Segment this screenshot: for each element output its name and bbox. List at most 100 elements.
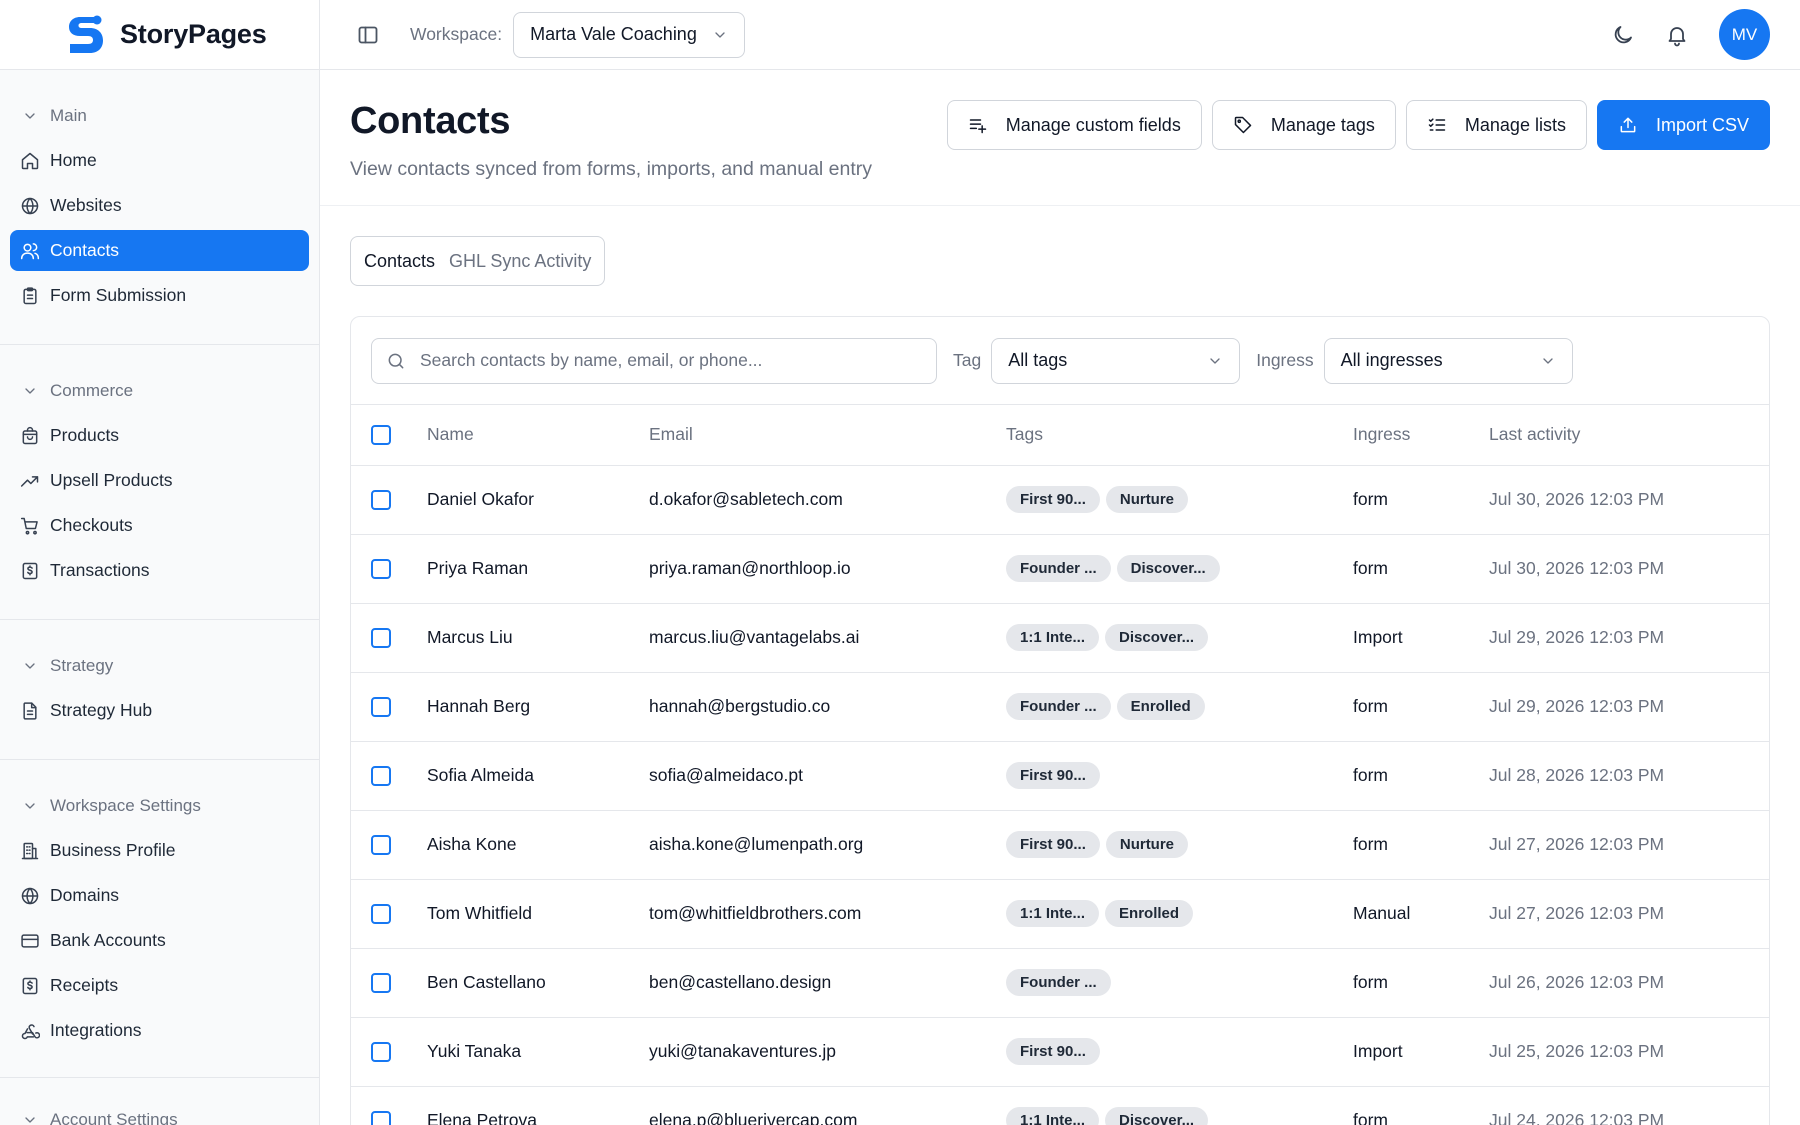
nav-section-toggle-main[interactable]: Main xyxy=(10,96,309,136)
nav-section-toggle-account-settings[interactable]: Account Settings xyxy=(10,1100,309,1125)
button-label: Manage lists xyxy=(1464,114,1566,135)
tag-badge: First 90... xyxy=(1006,1038,1100,1065)
manage-custom-fields-button[interactable]: Manage custom fields xyxy=(946,100,1202,150)
row-checkbox[interactable] xyxy=(371,903,391,924)
table-row[interactable]: Ben Castellano ben@castellano.design Found… xyxy=(351,948,1769,1017)
sidebar: StoryPages Main Home Websites Contacts F… xyxy=(0,0,320,1125)
row-select-cell xyxy=(351,948,427,1017)
button-label: Import CSV xyxy=(1655,114,1749,135)
contact-name: Marcus Liu xyxy=(427,627,513,647)
avatar[interactable]: MV xyxy=(1719,9,1770,60)
table-row[interactable]: Hannah Berg hannah@bergstudio.co Founder .… xyxy=(351,672,1769,741)
table-row[interactable]: Sofia Almeida sofia@almeidaco.pt First 90.… xyxy=(351,741,1769,810)
table-row[interactable]: Daniel Okafor d.okafor@sabletech.com First… xyxy=(351,465,1769,534)
bell-icon[interactable] xyxy=(1665,23,1689,47)
tag-badge: Nurture xyxy=(1105,486,1189,513)
row-checkbox[interactable] xyxy=(371,489,391,510)
sidebar-item-integrations[interactable]: Integrations xyxy=(10,1010,309,1051)
button-label: Manage custom fields xyxy=(1005,114,1181,135)
workspace-select[interactable]: Marta Vale Coaching xyxy=(513,11,746,58)
sidebar-item-upsell-products[interactable]: Upsell Products xyxy=(10,460,309,501)
contact-ingress: form xyxy=(1353,696,1388,716)
row-checkbox[interactable] xyxy=(371,972,391,993)
row-checkbox[interactable] xyxy=(371,696,391,717)
tag-badge: First 90... xyxy=(1006,831,1100,858)
users-icon xyxy=(20,242,40,259)
sidebar-item-bank-accounts[interactable]: Bank Accounts xyxy=(10,920,309,961)
tag-filter-select[interactable]: All tags xyxy=(991,337,1241,384)
tab-ghl-sync-activity[interactable]: GHL Sync Activity xyxy=(442,251,598,272)
contact-tags: 1:1 Inte... Discover... xyxy=(1006,1086,1353,1125)
table-row[interactable]: Marcus Liu marcus.liu@vantagelabs.ai 1:1 I… xyxy=(351,603,1769,672)
row-checkbox[interactable] xyxy=(371,627,391,648)
sidebar-item-checkouts[interactable]: Checkouts xyxy=(10,505,309,546)
column-header-ingress[interactable]: Ingress xyxy=(1353,405,1489,465)
tab-contacts[interactable]: Contacts xyxy=(357,251,442,272)
webhook-icon xyxy=(21,1023,40,1039)
contact-name: Elena Petrova xyxy=(427,1110,537,1125)
contact-last-activity: Jul 30, 2026 12:03 PM xyxy=(1489,489,1665,509)
sidebar-toggle-icon[interactable] xyxy=(356,23,380,47)
sidebar-item-transactions[interactable]: Transactions xyxy=(10,550,309,591)
sidebar-item-label: Products xyxy=(50,425,120,445)
row-checkbox[interactable] xyxy=(371,558,391,579)
column-header-email[interactable]: Email xyxy=(649,405,1006,465)
brand[interactable]: StoryPages xyxy=(0,0,319,70)
page-title: Contacts xyxy=(350,100,511,142)
sidebar-item-websites[interactable]: Websites xyxy=(10,185,309,226)
row-select-cell xyxy=(351,603,427,672)
tag-badge: Enrolled xyxy=(1116,693,1205,720)
sidebar-item-strategy-hub[interactable]: Strategy Hub xyxy=(10,690,309,731)
sidebar-item-contacts[interactable]: Contacts xyxy=(10,230,309,271)
contact-tags: First 90... Nurture xyxy=(1006,810,1353,879)
sidebar-item-label: Contacts xyxy=(50,240,120,260)
manage-lists-button[interactable]: Manage lists xyxy=(1405,100,1587,150)
building-icon xyxy=(21,842,39,859)
sidebar-item-home[interactable]: Home xyxy=(10,140,309,181)
moon-icon[interactable] xyxy=(1611,23,1635,47)
row-checkbox[interactable] xyxy=(371,1110,391,1125)
contact-email: priya.raman@northloop.io xyxy=(649,558,851,578)
home-icon xyxy=(21,152,39,169)
row-checkbox[interactable] xyxy=(371,834,391,855)
row-checkbox[interactable] xyxy=(371,765,391,786)
workspace-select-value: Marta Vale Coaching xyxy=(530,24,697,44)
nav-section-toggle-commerce[interactable]: Commerce xyxy=(10,371,309,411)
column-header-tags[interactable]: Tags xyxy=(1006,405,1353,465)
nav-section-toggle-strategy[interactable]: Strategy xyxy=(10,646,309,686)
contact-ingress: form xyxy=(1353,489,1388,509)
contact-last-activity: Jul 27, 2026 12:03 PM xyxy=(1489,903,1665,923)
ingress-filter-value: All ingresses xyxy=(1340,350,1443,370)
sidebar-item-form-submission[interactable]: Form Submission xyxy=(10,275,309,316)
sidebar-item-domains[interactable]: Domains xyxy=(10,875,309,916)
trending-up-icon xyxy=(20,475,39,487)
sidebar-item-products[interactable]: Products xyxy=(10,415,309,456)
search-box[interactable] xyxy=(371,337,937,384)
row-checkbox[interactable] xyxy=(371,1041,391,1062)
nav-section-title: Workspace Settings xyxy=(50,796,201,815)
nav-section-title: Strategy xyxy=(50,656,114,675)
column-header-last-activity[interactable]: Last activity xyxy=(1489,405,1769,465)
contact-email: hannah@bergstudio.co xyxy=(649,696,831,716)
chevron-down-icon xyxy=(715,31,725,38)
column-header-name[interactable]: Name xyxy=(427,405,649,465)
contact-name: Aisha Kone xyxy=(427,834,517,854)
storypages-logo-icon xyxy=(69,15,103,53)
search-input[interactable] xyxy=(420,350,920,371)
contact-last-activity: Jul 26, 2026 12:03 PM xyxy=(1489,972,1665,992)
table-row[interactable]: Priya Raman priya.raman@northloop.io Found… xyxy=(351,534,1769,603)
table-row[interactable]: Tom Whitfield tom@whitfieldbrothers.com 1:… xyxy=(351,879,1769,948)
table-row[interactable]: Aisha Kone aisha.kone@lumenpath.org First … xyxy=(351,810,1769,879)
table-row[interactable]: Yuki Tanaka yuki@tanakaventures.jp First 9… xyxy=(351,1017,1769,1086)
sidebar-item-receipts[interactable]: Receipts xyxy=(10,965,309,1006)
manage-tags-button[interactable]: Manage tags xyxy=(1211,100,1396,150)
table-row[interactable]: Elena Petrova elena.p@bluerivercap.com 1:1… xyxy=(351,1086,1769,1125)
contact-last-activity: Jul 30, 2026 12:03 PM xyxy=(1489,558,1665,578)
nav-section-toggle-workspace-settings[interactable]: Workspace Settings xyxy=(10,786,309,826)
select-all-checkbox[interactable] xyxy=(371,424,391,445)
ingress-filter-select[interactable]: All ingresses xyxy=(1323,337,1573,384)
cart-icon xyxy=(20,517,38,535)
import-csv-button[interactable]: Import CSV xyxy=(1596,100,1770,150)
sidebar-item-business-profile[interactable]: Business Profile xyxy=(10,830,309,871)
contact-name: Hannah Berg xyxy=(427,696,531,716)
